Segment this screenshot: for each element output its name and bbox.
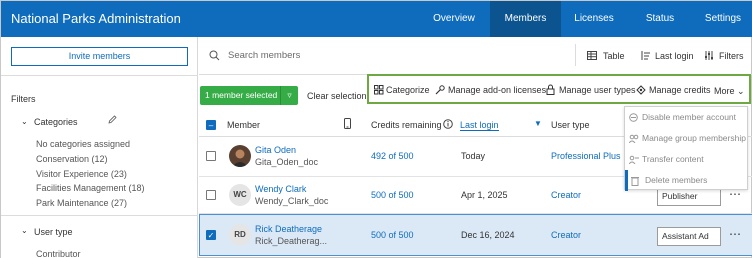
lock-icon xyxy=(546,84,555,97)
more-menu: Disable member account Manage group memb… xyxy=(624,106,748,191)
search-input[interactable]: Search members xyxy=(228,50,300,61)
menu-item-delete-members[interactable]: Delete members xyxy=(625,170,747,191)
last-login-value: Apr 1, 2025 xyxy=(461,190,508,200)
credits-icon xyxy=(636,85,646,97)
member-selected-button[interactable]: 1 member selected ▿ xyxy=(200,86,298,105)
manage-user-types-button[interactable]: Manage user types xyxy=(559,85,636,95)
manage-credits-button[interactable]: Manage credits xyxy=(649,85,711,95)
left-panel: Invite members Filters ⌄ Categories No c… xyxy=(1,37,198,258)
nav-licenses[interactable]: Licenses xyxy=(561,1,627,37)
user-type-value[interactable]: Creator xyxy=(551,230,581,240)
chevron-down-icon[interactable]: ⌄ xyxy=(21,117,28,126)
filter-icon[interactable] xyxy=(704,51,714,62)
filters-button[interactable]: Filters xyxy=(719,51,744,61)
nav-overview[interactable]: Overview xyxy=(418,1,490,37)
role-select[interactable]: Assistant Ad xyxy=(657,227,721,246)
categorize-button[interactable]: Categorize xyxy=(386,85,430,95)
menu-item-disable-account[interactable]: Disable member account xyxy=(625,107,747,128)
category-item[interactable]: Conservation (12) xyxy=(36,154,108,164)
chevron-down-icon[interactable]: ⌄ xyxy=(21,226,28,235)
manage-addon-licenses-button[interactable]: Manage add-on licenses xyxy=(448,85,546,95)
clear-selection-button[interactable]: Clear selection xyxy=(307,91,367,101)
more-button[interactable]: More ⌄ xyxy=(714,86,745,97)
member-username: Gita_Oden_doc xyxy=(255,157,319,167)
credits-value[interactable]: 500 of 500 xyxy=(371,190,414,200)
phone-icon xyxy=(344,118,351,131)
table-view-button[interactable]: Table xyxy=(603,51,625,61)
info-icon[interactable] xyxy=(443,119,453,131)
avatar: RD xyxy=(229,224,251,246)
category-item[interactable]: Facilities Management (18) xyxy=(36,183,145,193)
category-item[interactable]: No categories assigned xyxy=(36,139,130,149)
member-name[interactable]: Rick Deatherage xyxy=(255,224,322,234)
last-login-value: Dec 16, 2024 xyxy=(461,230,515,240)
category-item[interactable]: Visitor Experience (23) xyxy=(36,169,127,179)
credits-value[interactable]: 492 of 500 xyxy=(371,151,414,161)
row-checkbox[interactable]: ✓ xyxy=(206,230,216,240)
sort-button[interactable]: Last login xyxy=(655,51,694,61)
user-type-value[interactable]: Creator xyxy=(551,190,581,200)
invite-members-button[interactable]: Invite members xyxy=(11,47,188,66)
wrench-icon xyxy=(435,85,445,97)
bulk-action-bar: Categorize Manage add-on licenses Manage… xyxy=(367,74,751,104)
search-toolbar: Search members Table Last login Filters xyxy=(199,37,752,75)
category-item[interactable]: Park Maintenance (27) xyxy=(36,198,127,208)
row-actions-icon[interactable]: ⋯ xyxy=(729,227,742,241)
chevron-down-icon: ▿ xyxy=(280,86,298,105)
user-type-item[interactable]: Contributor xyxy=(36,249,81,258)
top-nav: Overview Members Licenses Status Setting… xyxy=(418,1,752,37)
member-name[interactable]: Gita Oden xyxy=(255,145,296,155)
nav-members[interactable]: Members xyxy=(490,1,561,37)
divider xyxy=(575,44,576,66)
member-selected-label: 1 member selected xyxy=(205,90,278,100)
table-row-selected[interactable]: ✓ RD Rick Deatherage Rick_Deatherag... 5… xyxy=(199,214,752,256)
sort-icon[interactable] xyxy=(640,51,650,62)
member-name[interactable]: Wendy Clark xyxy=(255,184,306,194)
member-username: Rick_Deatherag... xyxy=(255,236,328,246)
avatar xyxy=(229,145,251,167)
chevron-down-icon: ⌄ xyxy=(737,86,745,96)
credits-column-header[interactable]: Credits remaining xyxy=(371,120,442,130)
divider xyxy=(1,75,198,76)
divider xyxy=(1,215,198,216)
select-all-checkbox[interactable]: – xyxy=(206,120,216,130)
pencil-icon[interactable] xyxy=(108,115,117,126)
row-checkbox[interactable] xyxy=(206,190,216,200)
filters-heading: Filters xyxy=(11,94,36,104)
nav-status[interactable]: Status xyxy=(627,1,693,37)
more-label: More xyxy=(714,86,735,96)
menu-item-transfer-content[interactable]: Transfer content xyxy=(625,149,747,170)
table-icon[interactable] xyxy=(587,51,597,62)
last-login-value: Today xyxy=(461,151,486,161)
top-bar: National Parks Administration Overview M… xyxy=(1,1,752,37)
search-icon xyxy=(209,50,220,63)
user-type-value[interactable]: Professional Plus xyxy=(551,151,621,161)
app-title: National Parks Administration xyxy=(11,11,181,26)
member-username: Wendy_Clark_doc xyxy=(255,196,329,206)
categorize-icon xyxy=(374,85,384,97)
member-column-header[interactable]: Member xyxy=(227,120,260,130)
user-type-heading[interactable]: User type xyxy=(34,227,73,237)
last-login-column-header[interactable]: Last login xyxy=(460,120,499,131)
nav-settings[interactable]: Settings xyxy=(693,1,752,37)
sort-descending-icon[interactable]: ▼ xyxy=(534,119,542,128)
avatar: WC xyxy=(229,184,251,206)
credits-value[interactable]: 500 of 500 xyxy=(371,230,414,240)
row-checkbox[interactable] xyxy=(206,151,216,161)
menu-item-manage-group-membership[interactable]: Manage group membership xyxy=(625,128,747,149)
categories-heading[interactable]: Categories xyxy=(34,117,78,127)
user-type-column-header[interactable]: User type xyxy=(551,120,590,130)
